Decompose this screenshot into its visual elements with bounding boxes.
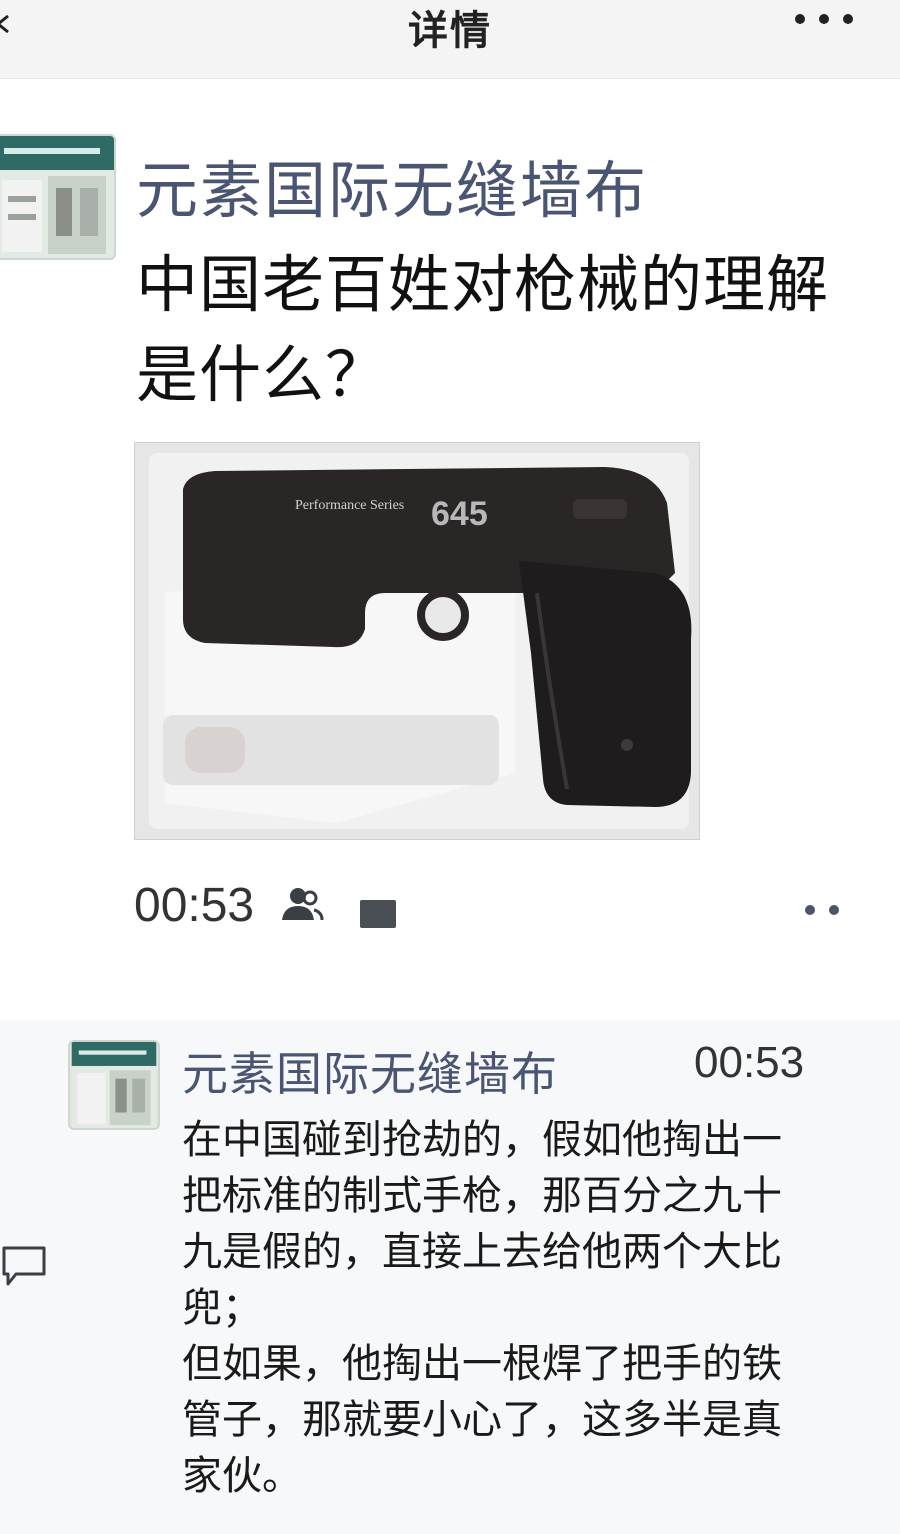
comment-text-line: 管子，那就要小心了，这多半是真 bbox=[182, 1397, 782, 1443]
gun-engraving: 645 bbox=[431, 495, 488, 533]
comment-text-line: 在中国碰到抢劫的，假如他掏出一 bbox=[182, 1117, 782, 1163]
people-icon[interactable] bbox=[280, 886, 324, 922]
action-dots-button[interactable] bbox=[802, 900, 846, 920]
top-nav-bar: 详情 bbox=[0, 0, 900, 79]
post-author-name[interactable]: 元素国际无缝墙布 bbox=[136, 140, 648, 230]
comment-time: 00:53 bbox=[694, 1038, 805, 1087]
comment-author-name[interactable]: 元素国际无缝墙布 bbox=[182, 1038, 558, 1104]
comment-text-line: 兜； bbox=[182, 1285, 262, 1331]
more-dots-icon[interactable] bbox=[792, 10, 856, 28]
avatar[interactable] bbox=[0, 134, 116, 260]
comment-text-line: 九是假的，直接上去给他两个大比 bbox=[182, 1229, 782, 1275]
gun-brand-text: Performance Series bbox=[295, 498, 404, 513]
comment-text-line: 但如果，他掏出一根焊了把手的铁 bbox=[182, 1341, 782, 1387]
square-icon[interactable] bbox=[360, 900, 396, 928]
comment-bubble-icon bbox=[2, 1246, 46, 1286]
post-photo[interactable]: 645 Performance Series bbox=[134, 442, 700, 840]
comment-text-line: 家伙。 bbox=[182, 1453, 302, 1499]
page-title: 详情 bbox=[408, 8, 492, 54]
comment-text-line: 把标准的制式手枪，那百分之九十 bbox=[182, 1173, 782, 1219]
comment-avatar[interactable] bbox=[68, 1040, 160, 1130]
post-time: 00:53 bbox=[134, 879, 255, 932]
post-text: 中国老百姓对枪械的理解是什么？ bbox=[136, 248, 830, 411]
